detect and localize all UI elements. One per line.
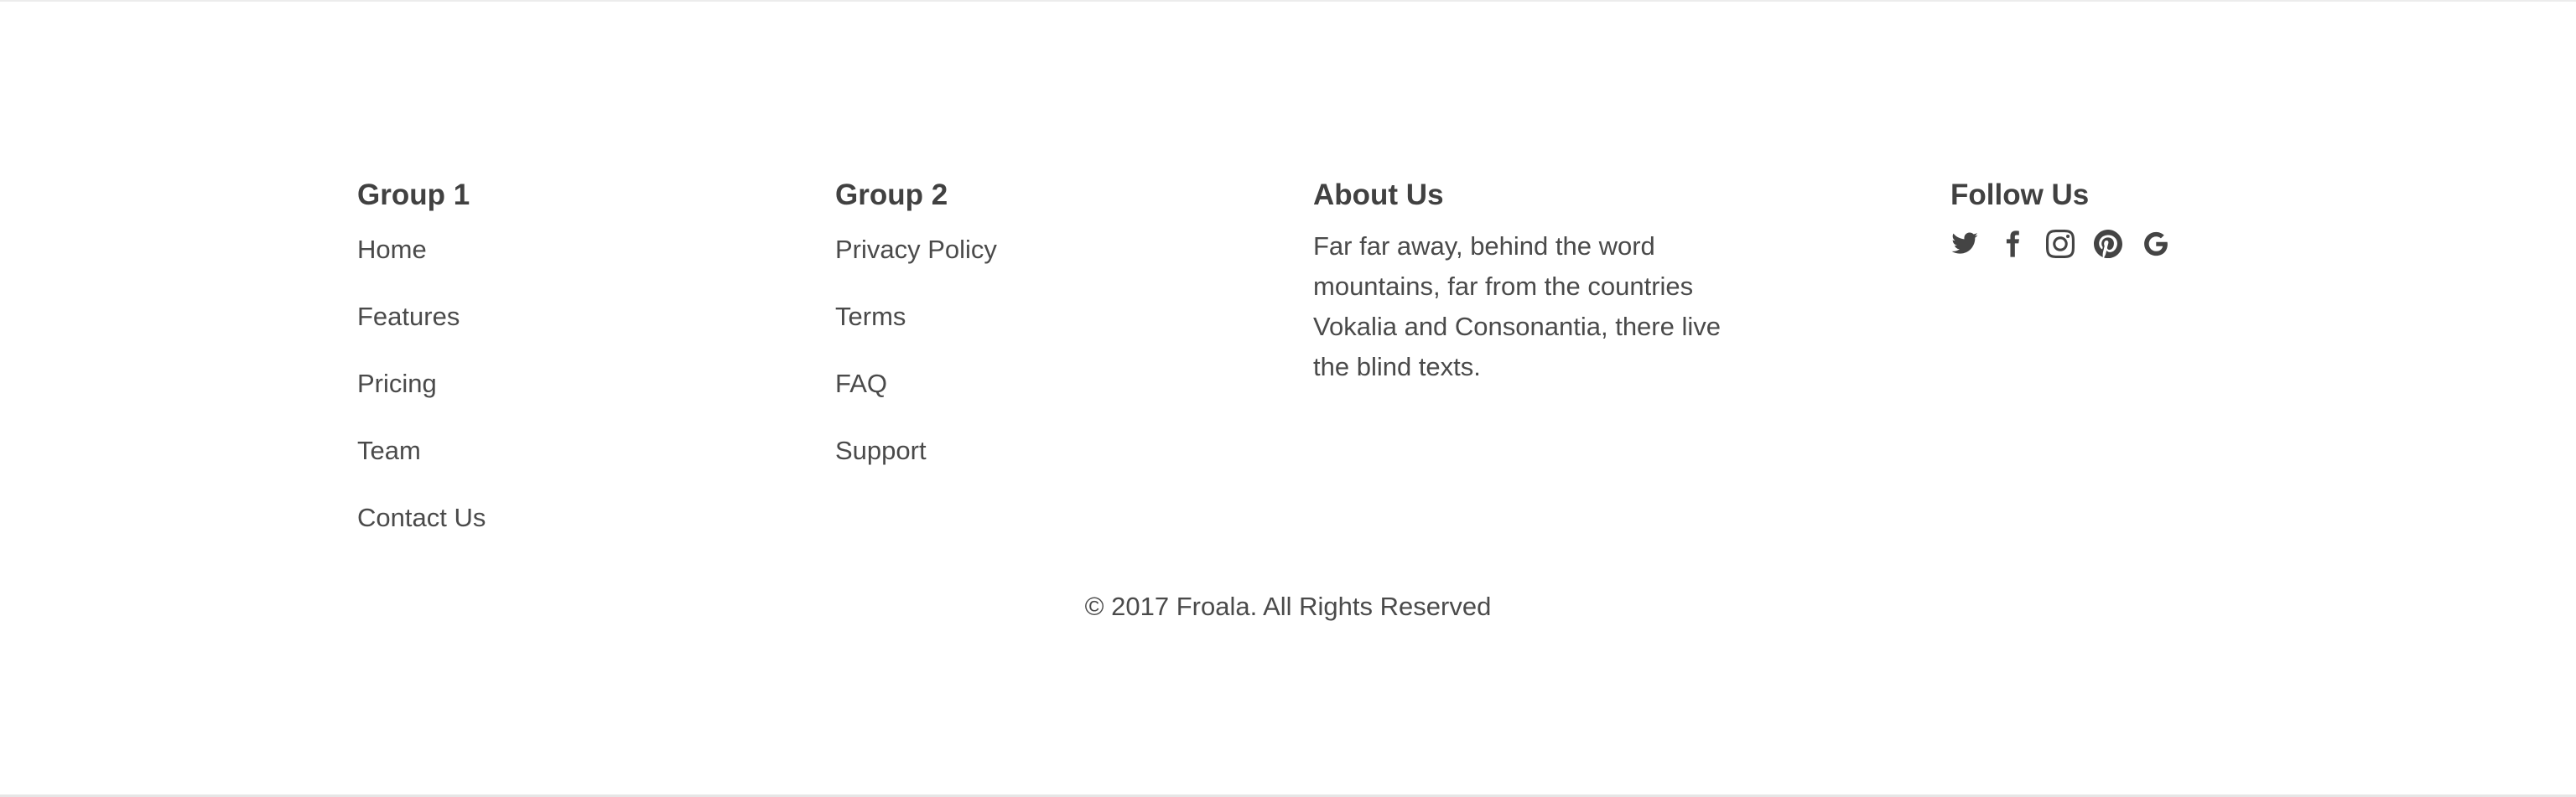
list-item: Terms <box>835 300 1271 367</box>
list-item: Features <box>357 300 793 367</box>
follow-heading: Follow Us <box>1950 179 2090 211</box>
group-2-links: Privacy Policy Terms FAQ Support <box>835 233 1271 501</box>
facebook-icon[interactable] <box>1998 230 2027 258</box>
footer-follow: Follow Us <box>1950 176 2286 258</box>
list-item: Support <box>835 434 1271 501</box>
list-item: Contact Us <box>357 501 793 568</box>
team-link[interactable]: Team <box>357 434 421 468</box>
footer-group-1: Group 1 Home Features Pricing Team Conta… <box>357 176 793 568</box>
list-item: Home <box>357 233 793 300</box>
group-1-heading: Group 1 <box>357 179 470 211</box>
footer-group-2: Group 2 Privacy Policy Terms FAQ Support <box>835 176 1271 501</box>
group-2-heading: Group 2 <box>835 179 948 211</box>
list-item: Privacy Policy <box>835 233 1271 300</box>
contact-us-link[interactable]: Contact Us <box>357 501 486 535</box>
instagram-icon[interactable] <box>2046 230 2075 258</box>
list-item: FAQ <box>835 367 1271 434</box>
privacy-policy-link[interactable]: Privacy Policy <box>835 233 997 267</box>
pricing-link[interactable]: Pricing <box>357 367 437 401</box>
google-icon[interactable] <box>2142 230 2170 258</box>
footer-about: About Us Far far away, behind the word m… <box>1313 176 1783 387</box>
support-link[interactable]: Support <box>835 434 927 468</box>
list-item: Team <box>357 434 793 501</box>
social-links <box>1950 230 2286 258</box>
home-link[interactable]: Home <box>357 233 427 267</box>
top-divider <box>0 0 2576 2</box>
features-link[interactable]: Features <box>357 300 460 334</box>
twitter-icon[interactable] <box>1950 230 1979 258</box>
about-text: Far far away, behind the word mountains,… <box>1313 231 1721 381</box>
terms-link[interactable]: Terms <box>835 300 906 334</box>
copyright-text: © 2017 Froala. All Rights Reserved <box>1084 592 1492 621</box>
pinterest-icon[interactable] <box>2094 230 2122 258</box>
faq-link[interactable]: FAQ <box>835 367 887 401</box>
list-item: Pricing <box>357 367 793 434</box>
group-1-links: Home Features Pricing Team Contact Us <box>357 233 793 568</box>
about-heading: About Us <box>1313 179 1444 211</box>
